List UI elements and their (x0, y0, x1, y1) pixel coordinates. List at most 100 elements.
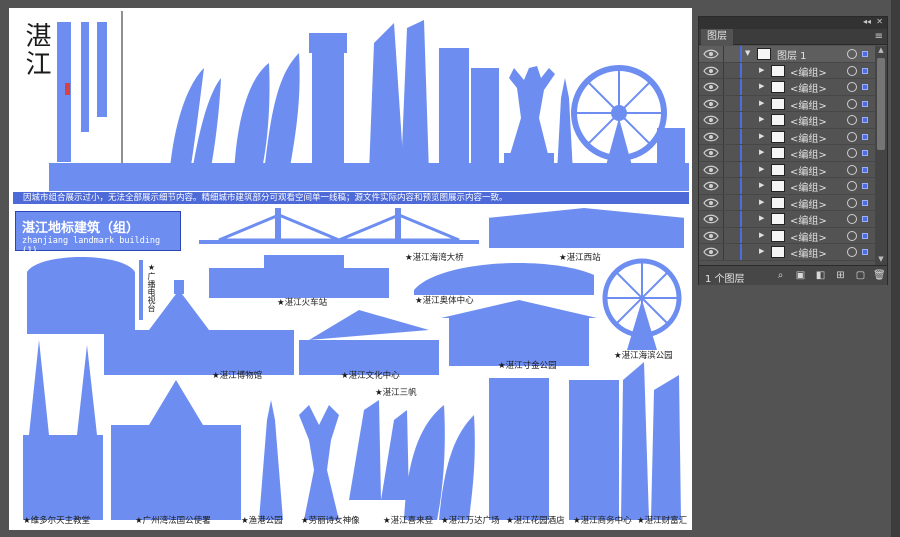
expand-toggle-icon[interactable]: ▶ (759, 198, 764, 206)
lock-column[interactable] (723, 46, 724, 62)
artboard[interactable]: 湛江 因城市组合展示过小，无法全部展示细节内容。精细城市建筑部分可观看空间单一线… (9, 8, 692, 530)
visibility-eye-icon[interactable] (703, 197, 719, 209)
expand-toggle-icon[interactable]: ▶ (759, 247, 764, 255)
target-icon[interactable] (847, 115, 857, 125)
collapse-panel-icon[interactable]: ◂◂ (863, 17, 871, 26)
visibility-eye-icon[interactable] (703, 147, 719, 159)
target-icon[interactable] (847, 230, 857, 241)
target-icon[interactable] (847, 164, 857, 175)
layer-row-group[interactable]: ▶ <编组> (699, 112, 875, 129)
expand-toggle-icon[interactable]: ▶ (759, 231, 764, 239)
target-icon[interactable] (847, 181, 857, 191)
target-icon[interactable] (847, 148, 857, 158)
target-icon[interactable] (847, 247, 857, 257)
layer-row-group[interactable]: ▶ <编组> (699, 145, 875, 162)
layer-row-top[interactable]: ▼ 图层 1 (699, 46, 875, 63)
selection-indicator[interactable] (862, 67, 868, 74)
selection-indicator[interactable] (862, 216, 868, 222)
lock-column[interactable] (723, 211, 724, 227)
target-icon[interactable] (847, 82, 857, 92)
lock-column[interactable] (723, 62, 724, 78)
new-layer-icon[interactable]: ▢ (855, 270, 866, 281)
selection-indicator[interactable] (862, 150, 868, 156)
visibility-eye-icon[interactable] (703, 131, 719, 143)
lock-column[interactable] (723, 128, 724, 144)
selection-indicator[interactable] (862, 133, 868, 140)
layer-row-group[interactable]: ▶ <编组> (699, 194, 875, 211)
workspace-canvas[interactable]: 湛江 因城市组合展示过小，无法全部展示细节内容。精细城市建筑部分可观看空间单一线… (0, 0, 900, 537)
scroll-thumb[interactable] (877, 58, 885, 150)
layers-scrollbar[interactable]: ▲ ▼ (875, 46, 887, 265)
layer-row-group[interactable]: ▶ <编组> (699, 227, 875, 244)
expand-toggle-icon[interactable]: ▼ (745, 49, 750, 57)
layer-row-group[interactable]: ▶ <编组> (699, 79, 875, 96)
lock-column[interactable] (723, 112, 724, 128)
selection-indicator[interactable] (862, 199, 868, 206)
expand-toggle-icon[interactable]: ▶ (759, 82, 764, 90)
expand-toggle-icon[interactable]: ▶ (759, 165, 764, 173)
search-icon[interactable]: ⌕ (775, 270, 786, 281)
lock-column[interactable] (723, 178, 724, 194)
selection-indicator[interactable] (862, 232, 868, 239)
layer-row-group[interactable]: ▶ <编组> (699, 244, 875, 261)
label-west-station: ★湛江西站 (559, 253, 601, 263)
selection-indicator[interactable] (862, 166, 868, 173)
visibility-eye-icon[interactable] (703, 180, 719, 192)
layer-row-group[interactable]: ▶ <编组> (699, 211, 875, 228)
target-icon[interactable] (847, 214, 857, 224)
new-sublayer-icon[interactable]: ⊞ (835, 270, 846, 281)
expand-toggle-icon[interactable]: ▶ (759, 115, 764, 123)
target-icon[interactable] (847, 49, 857, 59)
expand-toggle-icon[interactable]: ▶ (759, 132, 764, 140)
visibility-eye-icon[interactable] (703, 98, 719, 110)
visibility-eye-icon[interactable] (703, 48, 719, 60)
expand-toggle-icon[interactable]: ▶ (759, 214, 764, 222)
workspace-scrollbar[interactable] (891, 0, 900, 537)
lock-column[interactable] (723, 161, 724, 177)
selection-indicator[interactable] (862, 117, 868, 123)
selection-indicator[interactable] (862, 100, 868, 107)
label-tv-tower: ★广播电视台 (147, 263, 156, 312)
expand-toggle-icon[interactable]: ▶ (759, 148, 764, 156)
label-olympic-center: ★湛江奥体中心 (415, 296, 474, 306)
selection-indicator[interactable] (862, 249, 868, 255)
panel-menu-icon[interactable]: ≡ (875, 31, 883, 42)
visibility-eye-icon[interactable] (703, 164, 719, 176)
clip-icon[interactable]: ◧ (815, 270, 826, 281)
export-icon[interactable]: ▣ (795, 270, 806, 281)
trash-icon[interactable]: 🗑 (873, 270, 886, 281)
visibility-eye-icon[interactable] (703, 81, 719, 93)
scroll-down-icon[interactable]: ▼ (875, 255, 887, 265)
lock-column[interactable] (723, 194, 724, 210)
selection-indicator[interactable] (862, 84, 868, 90)
layer-row-group[interactable]: ▶ <编组> (699, 128, 875, 145)
visibility-eye-icon[interactable] (703, 65, 719, 77)
expand-toggle-icon[interactable]: ▶ (759, 181, 764, 189)
target-icon[interactable] (847, 131, 857, 142)
visibility-eye-icon[interactable] (703, 114, 719, 126)
selection-indicator[interactable] (862, 183, 868, 189)
lock-column[interactable] (723, 145, 724, 161)
lock-column[interactable] (723, 244, 724, 260)
tab-layers[interactable]: 图层 (701, 29, 733, 45)
target-icon[interactable] (847, 98, 857, 109)
lock-column[interactable] (723, 95, 724, 111)
target-icon[interactable] (847, 65, 857, 76)
layer-color-bar (740, 128, 742, 144)
scroll-up-icon[interactable]: ▲ (875, 46, 887, 56)
visibility-eye-icon[interactable] (703, 246, 719, 258)
expand-toggle-icon[interactable]: ▶ (759, 66, 764, 74)
layer-row-group[interactable]: ▶ <编组> (699, 62, 875, 79)
visibility-eye-icon[interactable] (703, 213, 719, 225)
lock-column[interactable] (723, 79, 724, 95)
close-panel-icon[interactable]: ✕ (876, 17, 883, 26)
visibility-eye-icon[interactable] (703, 230, 719, 242)
layer-row-group[interactable]: ▶ <编组> (699, 95, 875, 112)
selection-indicator[interactable] (862, 51, 868, 57)
layer-row-group[interactable]: ▶ <编组> (699, 161, 875, 178)
target-icon[interactable] (847, 197, 857, 208)
layer-row-group[interactable]: ▶ <编组> (699, 178, 875, 195)
lock-column[interactable] (723, 227, 724, 243)
panel-title-strip[interactable]: ◂◂ ✕ (699, 17, 887, 29)
expand-toggle-icon[interactable]: ▶ (759, 99, 764, 107)
